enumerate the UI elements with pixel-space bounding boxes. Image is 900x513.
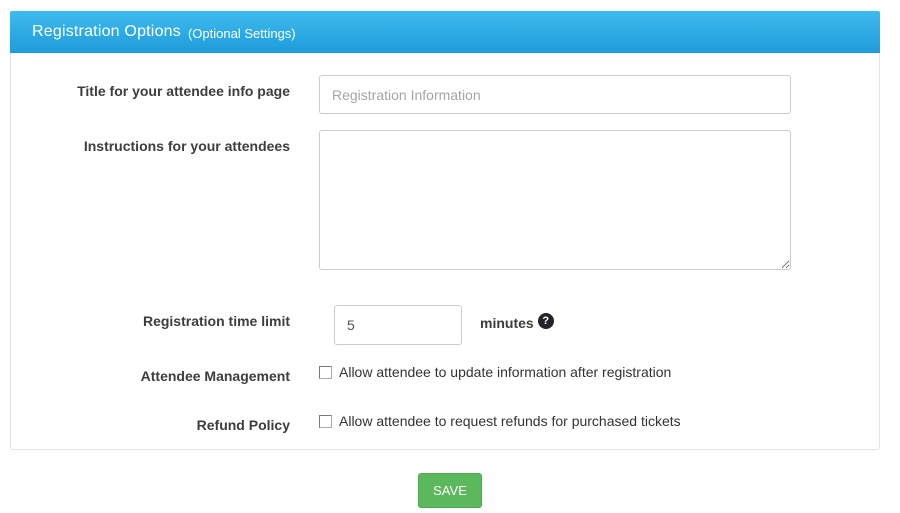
- panel-subtitle: (Optional Settings): [188, 24, 296, 41]
- instructions-field-row: Instructions for your attendees: [11, 130, 879, 270]
- registration-time-limit-input[interactable]: [334, 305, 462, 345]
- attendee-page-title-input[interactable]: [319, 75, 791, 114]
- refund-request-checkbox[interactable]: [319, 415, 332, 428]
- attendee-management-row: Attendee Management Allow attendee to up…: [11, 360, 879, 384]
- refund-request-checkbox-text: Allow attendee to request refunds for pu…: [339, 413, 681, 429]
- title-field-label: Title for your attendee info page: [11, 75, 290, 99]
- save-button[interactable]: SAVE: [418, 473, 482, 508]
- panel-body: Title for your attendee info page Instru…: [10, 53, 880, 450]
- refund-policy-row: Refund Policy Allow attendee to request …: [11, 409, 879, 433]
- attendee-update-checkbox-label[interactable]: Allow attendee to update information aft…: [319, 360, 671, 380]
- save-button-area: SAVE: [0, 473, 900, 508]
- attendee-management-label: Attendee Management: [11, 360, 290, 384]
- panel-title: Registration Options: [32, 23, 181, 41]
- minutes-unit-label: minutes: [480, 305, 534, 331]
- instructions-field-label: Instructions for your attendees: [11, 130, 290, 154]
- refund-request-checkbox-label[interactable]: Allow attendee to request refunds for pu…: [319, 409, 681, 429]
- panel-header: Registration Options (Optional Settings): [10, 11, 880, 53]
- attendee-update-checkbox-text: Allow attendee to update information aft…: [339, 364, 671, 380]
- registration-options-panel: Registration Options (Optional Settings)…: [10, 11, 880, 450]
- refund-policy-label: Refund Policy: [11, 409, 290, 433]
- title-field-row: Title for your attendee info page: [11, 75, 879, 114]
- attendee-instructions-textarea[interactable]: [319, 130, 791, 270]
- time-limit-field-row: Registration time limit minutes ?: [11, 305, 879, 345]
- attendee-update-checkbox[interactable]: [319, 366, 332, 379]
- question-mark-icon[interactable]: ?: [538, 313, 554, 329]
- time-limit-field-label: Registration time limit: [11, 305, 290, 329]
